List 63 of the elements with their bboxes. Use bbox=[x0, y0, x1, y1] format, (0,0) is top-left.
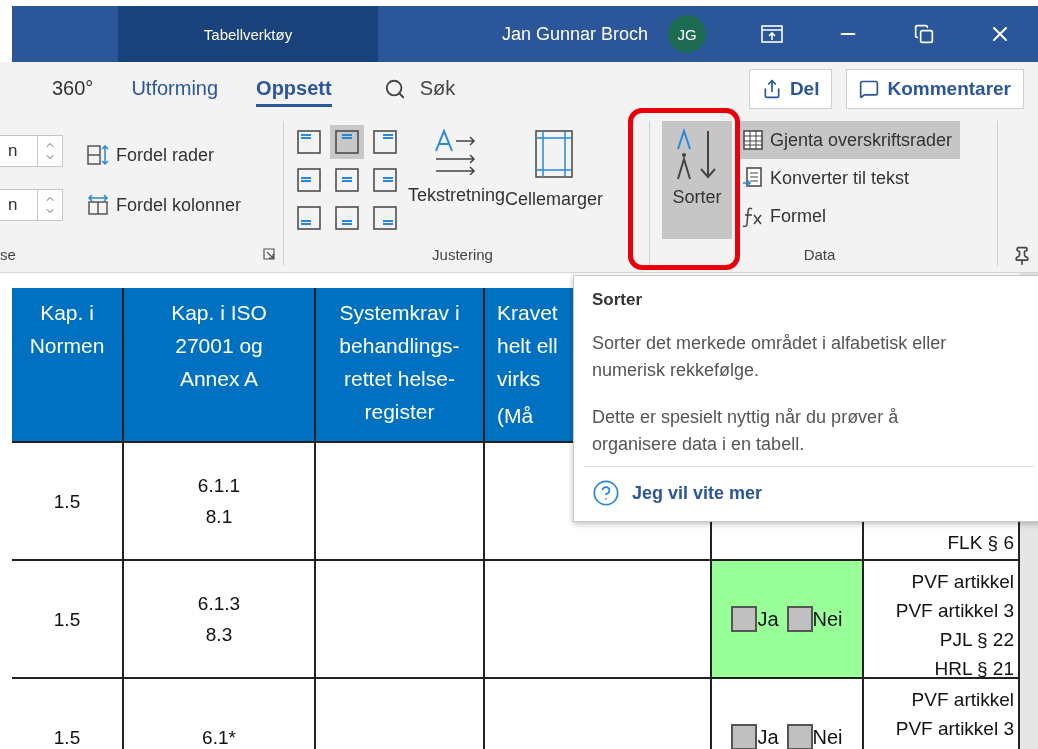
ribbon-command[interactable]: Fordel kolonner bbox=[86, 193, 242, 217]
align-icon bbox=[335, 168, 359, 192]
distribute-rows-icon bbox=[86, 143, 110, 167]
ribbon-display-icon[interactable] bbox=[761, 25, 783, 43]
ribbon-command[interactable]: Gjenta overskriftsrader bbox=[740, 121, 961, 159]
cell-margins-icon bbox=[534, 129, 575, 179]
table-cell: 6.1.3 8.3 bbox=[124, 561, 316, 679]
user-avatar[interactable]: JG bbox=[668, 15, 706, 53]
checkbox-label: Nei bbox=[812, 724, 843, 749]
checkbox-label: Nei bbox=[812, 606, 843, 632]
user-name: Jan Gunnar Broch bbox=[501, 23, 648, 45]
header-cell: Kap. i ISO 27001 og Annex A bbox=[124, 288, 316, 443]
checkbox[interactable] bbox=[731, 724, 758, 749]
checkbox[interactable] bbox=[786, 724, 813, 749]
align-icon bbox=[297, 168, 321, 192]
ribbon-command[interactable]: Konverter til tekst bbox=[740, 159, 961, 197]
ribbon-tab[interactable]: 360° bbox=[52, 70, 94, 107]
search-label[interactable]: Søk bbox=[419, 77, 456, 100]
formula-icon bbox=[742, 205, 764, 227]
align-icon bbox=[373, 130, 397, 154]
ribbon-command[interactable]: Formel bbox=[740, 197, 961, 235]
align-icon bbox=[373, 206, 397, 230]
size-field[interactable]: n bbox=[0, 135, 38, 167]
table-cell: 1.5 bbox=[12, 443, 124, 561]
align-icon bbox=[373, 168, 397, 192]
size-field[interactable]: n bbox=[0, 189, 38, 221]
learn-more-link[interactable]: Jeg vil vite mer bbox=[632, 482, 763, 504]
table-cell: 1.5 bbox=[12, 561, 124, 679]
header-cell: Systemkrav i behandlings- rettet helse- register bbox=[316, 288, 485, 443]
share-button[interactable]: Del bbox=[748, 68, 833, 109]
table-cell: PVF artikkel PVF artikkel 3 PJL § 22 HRL § 21 bbox=[864, 561, 1020, 679]
restore-icon[interactable] bbox=[914, 24, 934, 44]
comments-button[interactable]: Kommentarer bbox=[846, 68, 1024, 109]
pin-icon[interactable] bbox=[1012, 246, 1032, 266]
table-cell: 6.1.1 8.1 bbox=[124, 443, 316, 561]
group-label: Justering bbox=[432, 245, 493, 263]
search-icon[interactable] bbox=[383, 77, 406, 100]
ribbon-tab[interactable]: Utforming bbox=[131, 70, 219, 107]
align-icon bbox=[335, 206, 359, 230]
header-cell: Kap. i Normen bbox=[12, 288, 124, 443]
checkbox[interactable] bbox=[786, 606, 813, 632]
align-icon bbox=[335, 130, 359, 154]
ribbon-command[interactable]: Tekstretning bbox=[408, 129, 506, 206]
context-tab-label: Tabellverktøy bbox=[118, 6, 378, 62]
comment-icon bbox=[859, 78, 880, 99]
ribbon-command[interactable]: Cellemarger bbox=[505, 129, 604, 210]
convert-text-icon bbox=[742, 167, 764, 189]
ribbon-command[interactable]: Fordel rader bbox=[86, 143, 242, 167]
distribute-columns-icon bbox=[86, 193, 110, 217]
checkbox-label: Ja bbox=[757, 724, 779, 749]
help-icon bbox=[592, 479, 620, 507]
ribbon-tab[interactable]: Oppsett bbox=[256, 70, 332, 107]
align-icon bbox=[297, 130, 321, 154]
align-button[interactable] bbox=[330, 125, 364, 159]
sort-button[interactable]: Sorter bbox=[662, 121, 732, 239]
dialog-launcher-icon[interactable] bbox=[263, 248, 275, 260]
group-label: se bbox=[0, 245, 16, 263]
checkbox-label: Ja bbox=[757, 606, 779, 632]
tooltip-title: Sorter bbox=[592, 290, 644, 310]
checkbox[interactable] bbox=[731, 606, 758, 632]
group-label: Data bbox=[803, 245, 836, 263]
table-icon bbox=[742, 129, 764, 151]
align-icon bbox=[297, 206, 321, 230]
